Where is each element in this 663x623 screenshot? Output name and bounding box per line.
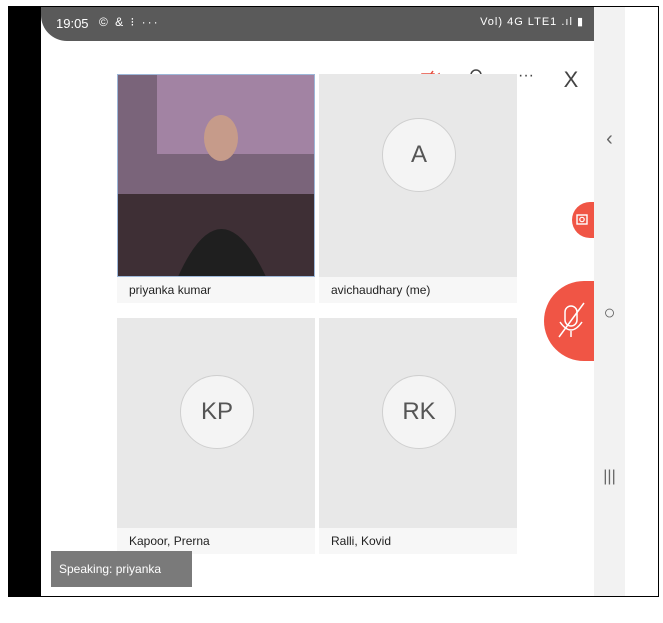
speaking-indicator: Speaking: priyanka kumar <box>51 551 192 612</box>
recent-apps-icon[interactable]: ||| <box>594 468 625 486</box>
home-icon[interactable]: ○ <box>594 302 625 325</box>
close-button[interactable]: X <box>556 67 586 99</box>
participant-name: avichaudhary (me) <box>319 277 517 303</box>
device-screen: 19:05 © & ⁝ ··· Vol) 4G LTE1 .ıl ▮ ··· X <box>41 7 594 596</box>
status-bar: 19:05 © & ⁝ ··· Vol) 4G LTE1 .ıl ▮ <box>41 7 594 41</box>
status-time: 19:05 <box>56 16 89 31</box>
notification-icons: © & ⁝ ··· <box>99 15 160 29</box>
participant-tile-4[interactable]: RK Ralli, Kovid <box>319 318 517 554</box>
system-status: Vol) 4G LTE1 .ıl ▮ <box>480 16 584 28</box>
avatar: A <box>382 118 456 192</box>
avatar: KP <box>180 375 254 449</box>
mute-mic-button[interactable] <box>544 281 594 361</box>
android-nav-bar: ‹ ○ ||| <box>594 7 625 596</box>
participant-tile-3[interactable]: KP Kapoor, Prerna <box>117 318 315 554</box>
camera-toggle-button[interactable] <box>572 202 594 238</box>
participant-name: Ralli, Kovid <box>319 528 517 554</box>
participant-name: priyanka kumar <box>117 277 315 303</box>
participant-tile-1[interactable]: priyanka kumar <box>117 74 315 303</box>
participant-tile-2[interactable]: A avichaudhary (me) <box>319 74 517 303</box>
avatar: RK <box>382 375 456 449</box>
back-icon[interactable]: ‹ <box>594 128 625 151</box>
participant-video <box>117 74 315 277</box>
left-bezel <box>9 7 41 596</box>
